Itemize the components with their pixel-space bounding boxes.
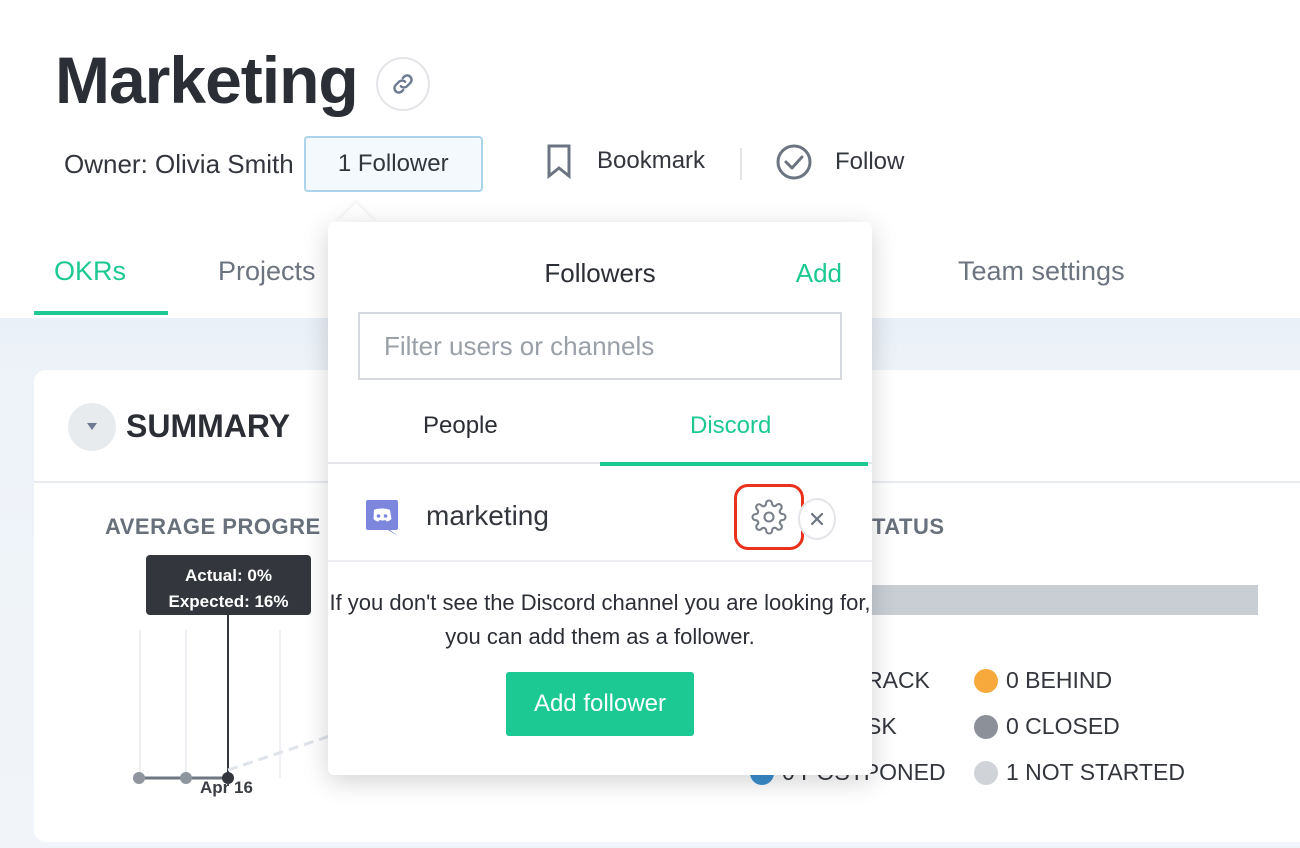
link-icon xyxy=(393,74,413,94)
caret-down-icon xyxy=(87,423,97,430)
followers-popover: Followers Add People Discord marketing I… xyxy=(328,222,872,775)
followers-button[interactable]: 1 Follower xyxy=(303,136,483,192)
add-follower-link[interactable]: Add xyxy=(796,258,842,289)
average-progress-title: AVERAGE PROGRE xyxy=(105,514,321,539)
tab-people[interactable]: People xyxy=(423,412,498,440)
owner-label: Owner: Olivia Smith xyxy=(64,148,294,179)
copy-link-button[interactable] xyxy=(376,57,430,111)
header-divider xyxy=(740,148,742,180)
channel-row: marketing xyxy=(328,466,872,562)
page-title: Marketing xyxy=(55,43,359,117)
chart-tooltip: Actual: 0% Expected: 16% xyxy=(146,555,311,615)
discord-icon xyxy=(366,500,398,536)
data-point xyxy=(180,772,192,784)
filter-input[interactable] xyxy=(358,312,842,380)
legend-behind: 0 BEHIND xyxy=(974,667,1112,694)
bookmark-button[interactable]: Bookmark xyxy=(545,143,705,179)
data-point xyxy=(133,772,145,784)
x-axis-label: Apr 16 xyxy=(200,778,253,797)
legend-dot xyxy=(974,760,998,785)
popover-help-text: If you don't see the Discord channel you… xyxy=(329,590,871,649)
summary-title: SUMMARY xyxy=(126,408,291,444)
popover-arrow xyxy=(336,203,376,223)
tab-discord[interactable]: Discord xyxy=(690,412,771,440)
bookmark-icon xyxy=(547,144,571,179)
status-bar xyxy=(872,585,1258,615)
collapse-summary-button[interactable] xyxy=(68,403,116,451)
status-title: TATUS xyxy=(872,514,945,539)
follow-label: Follow xyxy=(835,148,905,175)
legend-dot xyxy=(974,668,998,693)
legend-label: 0 BEHIND xyxy=(1006,667,1113,693)
tab-team-settings[interactable]: Team settings xyxy=(958,256,1125,287)
tab-projects[interactable]: Projects xyxy=(218,256,316,287)
remove-channel-button[interactable] xyxy=(798,498,836,540)
legend-label: 1 NOT STARTED xyxy=(1006,759,1185,785)
add-follower-button[interactable]: Add follower xyxy=(506,672,694,736)
legend-label: RACK xyxy=(866,667,930,693)
tooltip-actual: Actual: 0% xyxy=(185,566,272,585)
tooltip-expected: Expected: 16% xyxy=(168,592,289,611)
popover-title: Followers xyxy=(544,258,656,288)
bookmark-label: Bookmark xyxy=(597,147,706,174)
tab-okrs[interactable]: OKRs xyxy=(54,256,126,287)
channel-settings-button[interactable] xyxy=(734,484,804,550)
owner-row: Owner: Olivia Smith 1 Follower xyxy=(64,136,483,192)
legend-not-started: 1 NOT STARTED xyxy=(974,759,1185,786)
legend-dot xyxy=(974,714,998,739)
legend-label: 0 CLOSED xyxy=(1006,713,1120,739)
legend-on-track: RACK xyxy=(866,667,930,694)
follow-button[interactable]: Follow xyxy=(775,143,904,181)
close-icon xyxy=(811,513,823,525)
legend-closed: 0 CLOSED xyxy=(974,713,1120,740)
channel-name: marketing xyxy=(426,500,549,531)
active-tab-indicator xyxy=(34,311,168,315)
gear-icon xyxy=(751,499,787,535)
check-circle-icon xyxy=(776,144,812,180)
